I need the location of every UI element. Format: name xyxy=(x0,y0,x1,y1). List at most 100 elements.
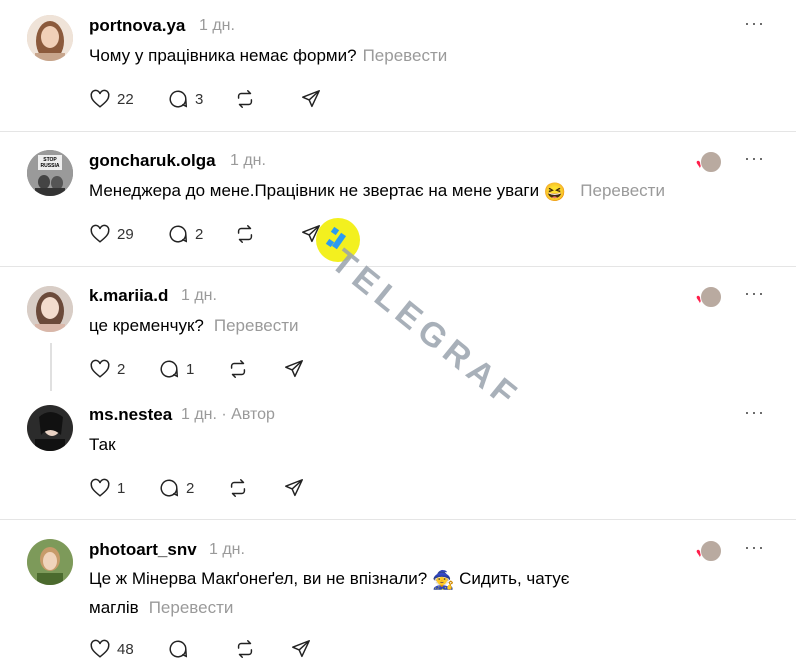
reply-button[interactable] xyxy=(167,638,234,660)
reply-button[interactable]: 1 xyxy=(158,358,227,380)
post-actions: 1 2 xyxy=(89,476,305,500)
send-icon xyxy=(302,225,320,243)
telegraf-logo-icon xyxy=(316,218,360,262)
comment-icon xyxy=(169,225,188,243)
liked-by-author-badge: ♥ xyxy=(696,286,722,308)
post-text: Чому у працівника немає форми? Перевести xyxy=(89,42,447,69)
like-button[interactable]: 29 xyxy=(89,223,167,245)
timestamp-author: 1 дн. · Автор xyxy=(181,406,275,423)
share-button[interactable] xyxy=(300,223,322,245)
send-icon xyxy=(292,640,310,658)
post-actions: 22 3 xyxy=(89,87,322,111)
repost-icon xyxy=(237,640,253,658)
post-body: Так xyxy=(89,435,116,454)
comment-icon xyxy=(169,640,188,658)
post-text: Так xyxy=(89,431,116,458)
comment-icon xyxy=(160,479,179,497)
like-count: 2 xyxy=(117,360,126,378)
username[interactable]: k.mariia.d xyxy=(89,286,168,306)
translate-link[interactable]: Перевести xyxy=(214,316,299,335)
logo-mark-icon xyxy=(325,226,347,250)
thread-line xyxy=(50,343,52,391)
divider xyxy=(0,131,796,132)
repost-icon xyxy=(237,225,253,243)
translate-link[interactable]: Перевести xyxy=(149,598,234,617)
avatar[interactable] xyxy=(27,15,73,61)
username[interactable]: ms.nestea xyxy=(89,405,172,425)
repost-button[interactable] xyxy=(234,88,300,110)
comment-icon xyxy=(160,360,179,378)
like-button[interactable]: 1 xyxy=(89,477,158,499)
avatar-portrait-icon xyxy=(27,405,73,451)
username[interactable]: photoart_snv xyxy=(89,540,197,560)
reply-count: 2 xyxy=(195,225,204,243)
author-avatar xyxy=(700,540,722,562)
repost-button[interactable] xyxy=(227,477,283,499)
timestamp: 1 дн. xyxy=(230,152,266,169)
post-actions: 48 xyxy=(89,637,312,661)
post-body: це кременчук? xyxy=(89,316,204,335)
heart-icon xyxy=(90,639,110,658)
watermark-text: TELEGRAF xyxy=(324,242,528,418)
more-options-button[interactable]: ··· xyxy=(744,283,765,304)
share-button[interactable] xyxy=(283,358,305,380)
username[interactable]: goncharuk.olga xyxy=(89,151,216,171)
more-options-button[interactable]: ··· xyxy=(744,402,765,423)
reply-button[interactable]: 2 xyxy=(158,477,227,499)
reply-button[interactable]: 2 xyxy=(167,223,234,245)
reply-count: 2 xyxy=(186,479,195,497)
post-body: Менеджера до мене.Працівник не звертає н… xyxy=(89,181,540,200)
more-options-button[interactable]: ··· xyxy=(744,537,765,558)
share-button[interactable] xyxy=(300,88,322,110)
send-icon xyxy=(285,360,303,378)
avatar[interactable] xyxy=(27,405,73,451)
share-button[interactable] xyxy=(283,477,305,499)
avatar-protest-icon: STOPRUSSIA xyxy=(27,150,73,196)
like-button[interactable]: 2 xyxy=(89,358,158,380)
comment-icon xyxy=(169,90,188,108)
timestamp: 1 дн. xyxy=(181,287,217,304)
post-body-line1-end: Сидить, чатує xyxy=(459,569,570,588)
post-body-line1: Це ж Мінерва Макґонеґел, ви не впізнали? xyxy=(89,569,428,588)
reply-button[interactable]: 3 xyxy=(167,88,234,110)
repost-icon xyxy=(230,479,246,497)
timestamp: 1 дн. xyxy=(209,541,245,558)
avatar[interactable]: STOP RUSSIA xyxy=(27,150,73,196)
liked-by-author-badge: ♥ xyxy=(696,540,722,562)
reply-count: 1 xyxy=(186,360,195,378)
svg-text:RUSSIA: RUSSIA xyxy=(41,163,60,169)
translate-link[interactable]: Перевести xyxy=(580,181,665,200)
like-count: 22 xyxy=(117,90,134,108)
heart-icon xyxy=(90,359,110,378)
telegraf-watermark: TELEGRAF xyxy=(312,212,552,417)
liked-by-author-badge: ♥ xyxy=(696,151,722,173)
like-button[interactable]: 48 xyxy=(89,638,167,660)
divider xyxy=(0,519,796,520)
author-avatar xyxy=(700,151,722,173)
avatar-portrait-icon xyxy=(27,15,73,61)
post-text: Менеджера до мене.Працівник не звертає н… xyxy=(89,177,665,206)
post-actions: 29 2 xyxy=(89,222,322,246)
avatar-portrait-icon xyxy=(27,286,73,332)
laughing-emoji: 😆 xyxy=(543,182,567,202)
more-options-button[interactable]: ··· xyxy=(744,13,765,34)
repost-button[interactable] xyxy=(234,223,300,245)
like-button[interactable]: 22 xyxy=(89,88,167,110)
heart-icon xyxy=(90,224,110,243)
avatar[interactable] xyxy=(27,539,73,585)
avatar[interactable] xyxy=(27,286,73,332)
post-text: Це ж Мінерва Макґонеґел, ви не впізнали?… xyxy=(89,565,689,621)
mage-emoji: 🧙 xyxy=(431,570,455,590)
translate-link[interactable]: Перевести xyxy=(363,46,448,65)
share-button[interactable] xyxy=(290,638,312,660)
send-icon xyxy=(285,479,303,497)
heart-icon xyxy=(90,478,110,497)
repost-icon xyxy=(237,90,253,108)
repost-button[interactable] xyxy=(234,638,290,660)
repost-button[interactable] xyxy=(227,358,283,380)
post-body-line2: маглів xyxy=(89,598,139,617)
avatar-portrait-icon xyxy=(27,539,73,585)
more-options-button[interactable]: ··· xyxy=(744,148,765,169)
username[interactable]: portnova.ya xyxy=(89,16,185,36)
like-count: 29 xyxy=(117,225,134,243)
